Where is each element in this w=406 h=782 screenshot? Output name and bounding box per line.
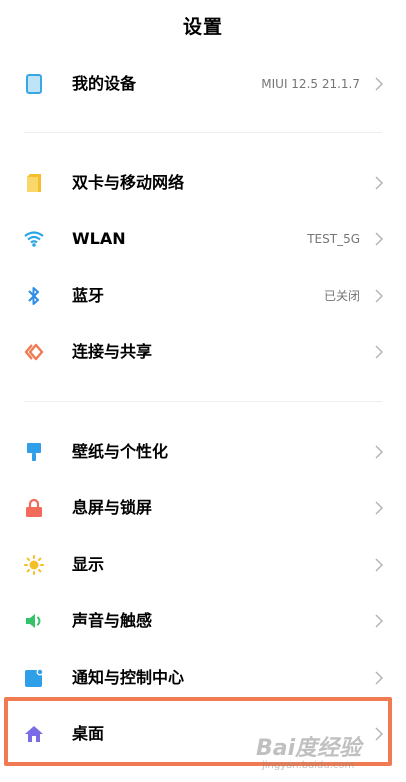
chevron-right-icon	[375, 289, 384, 303]
sun-icon	[24, 555, 44, 575]
notification-icon	[24, 668, 44, 688]
settings-item-notifications[interactable]: 通知与控制中心	[0, 650, 406, 706]
section-divider	[24, 401, 382, 402]
settings-item-label: 息屏与锁屏	[72, 498, 153, 517]
settings-item-home-screen[interactable]: 桌面	[0, 706, 406, 762]
miui-version-value: MIUI 12.5 21.1.7	[261, 77, 360, 91]
wifi-icon	[24, 229, 44, 249]
page-title: 设置	[182, 15, 223, 38]
bluetooth-status-value: 已关闭	[323, 289, 360, 303]
settings-item-wlan[interactable]: WLAN TEST_5G	[0, 211, 406, 267]
settings-item-label: 双卡与移动网络	[72, 173, 185, 192]
settings-item-label: 桌面	[72, 724, 105, 743]
settings-item-label: 我的设备	[72, 74, 137, 93]
settings-item-label: 蓝牙	[72, 286, 105, 305]
settings-item-display[interactable]: 显示	[0, 537, 406, 593]
chevron-right-icon	[375, 77, 384, 91]
phone-icon	[24, 74, 44, 94]
paintbrush-icon	[24, 442, 44, 462]
chevron-right-icon	[375, 232, 384, 246]
sim-card-icon	[24, 173, 44, 193]
chevron-right-icon	[375, 727, 384, 741]
chevron-right-icon	[375, 176, 384, 190]
chevron-right-icon	[375, 558, 384, 572]
settings-item-bluetooth[interactable]: 蓝牙 已关闭	[0, 268, 406, 324]
chevron-right-icon	[375, 345, 384, 359]
section-divider	[24, 132, 382, 133]
settings-item-label: 壁纸与个性化	[72, 442, 169, 461]
chevron-right-icon	[375, 501, 384, 515]
settings-item-wallpaper[interactable]: 壁纸与个性化	[0, 424, 406, 480]
settings-item-my-device[interactable]: 我的设备 MIUI 12.5 21.1.7	[0, 56, 406, 112]
lock-icon	[24, 498, 44, 518]
share-icon	[24, 342, 44, 362]
settings-item-label: 通知与控制中心	[72, 668, 185, 687]
home-icon	[24, 724, 44, 744]
settings-item-label: 声音与触感	[72, 611, 153, 630]
settings-item-connection-sharing[interactable]: 连接与共享	[0, 324, 406, 380]
settings-item-lock-screen[interactable]: 息屏与锁屏	[0, 480, 406, 536]
chevron-right-icon	[375, 445, 384, 459]
settings-item-label: 连接与共享	[72, 342, 153, 361]
chevron-right-icon	[375, 614, 384, 628]
chevron-right-icon	[375, 671, 384, 685]
settings-item-label: WLAN	[72, 229, 126, 248]
wlan-network-value: TEST_5G	[307, 232, 360, 246]
speaker-icon	[24, 611, 44, 631]
settings-item-dual-sim[interactable]: 双卡与移动网络	[0, 155, 406, 211]
bluetooth-icon	[24, 286, 44, 306]
settings-item-sound[interactable]: 声音与触感	[0, 593, 406, 649]
settings-item-label: 显示	[72, 555, 105, 574]
